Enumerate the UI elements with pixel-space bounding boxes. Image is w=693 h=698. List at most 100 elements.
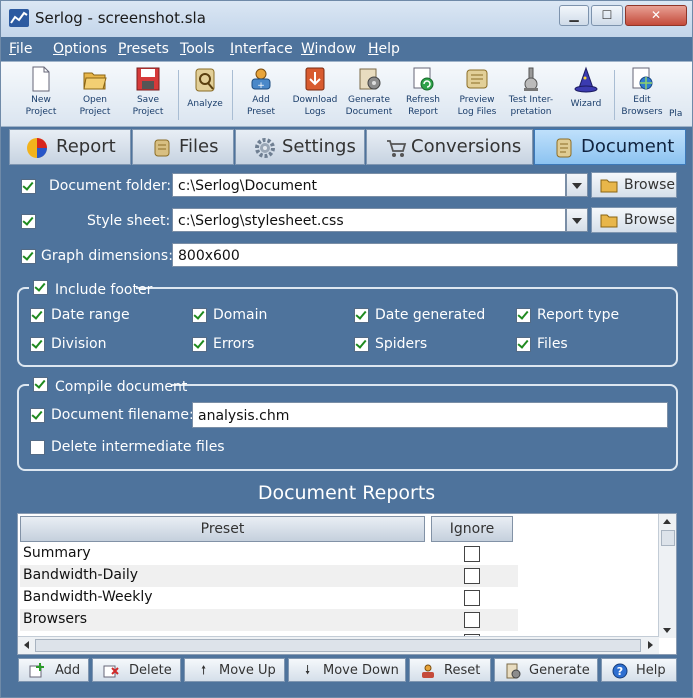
edit-browsers-button[interactable]: Edit Browsers [615,66,669,118]
delete-button[interactable]: Delete [92,658,181,682]
style-sheet-browse-button[interactable]: Browse [591,207,677,233]
table-row[interactable]: Summary [20,543,518,565]
analyze-icon [195,68,215,92]
footer-date-range-checkbox[interactable] [30,308,45,323]
style-sheet-dropdown[interactable] [566,208,588,232]
tab-label: Document [581,136,675,157]
row-ignore-checkbox[interactable] [464,590,480,606]
scroll-left-arrow-icon[interactable] [24,641,29,649]
graph-dimensions-checkbox[interactable] [21,249,36,264]
tab-document[interactable]: Document [534,129,686,165]
move-down-button[interactable]: 🠗 Move Down [288,658,406,682]
footer-files-checkbox[interactable] [516,337,531,352]
tab-settings[interactable]: Settings [235,129,365,165]
move-up-button[interactable]: 🠕 Move Up [184,658,285,682]
generate-button[interactable]: Generate [494,658,598,682]
close-button[interactable]: ✕ [625,5,687,26]
footer-domain-label: Domain [213,307,268,323]
toolbar-label: Preview [459,95,495,105]
tab-files[interactable]: Files [132,129,234,165]
document-filename-input[interactable]: analysis.chm [192,402,668,428]
scroll-right-arrow-icon[interactable] [648,641,653,649]
row-ignore-checkbox[interactable] [464,546,480,562]
menu-options[interactable]: Options [53,41,107,57]
menu-tools[interactable]: Tools [180,41,215,57]
scroll-up-arrow-icon[interactable] [663,519,671,524]
style-sheet-input[interactable]: c:\Serlog\stylesheet.css [172,208,566,232]
add-button[interactable]: Add [18,658,89,682]
preview-log-files-button[interactable]: Preview Log Files [450,66,504,118]
footer-division-checkbox[interactable] [30,337,45,352]
table-row[interactable]: Bandwidth-Weekly [20,587,518,609]
document-scroll-icon [556,138,572,158]
vertical-scrollbar[interactable] [658,514,676,638]
arrow-down-icon: 🠗 [305,663,311,677]
style-sheet-checkbox[interactable] [21,214,36,229]
new-project-button[interactable]: New Project [14,66,68,118]
footer-date-generated-label: Date generated [375,307,486,323]
svg-text:?: ? [617,665,623,678]
document-filename-checkbox[interactable] [30,408,45,423]
document-folder-dropdown[interactable] [566,173,588,197]
shopping-cart-icon [387,140,407,157]
toolbar-overflow-button[interactable]: Pla [669,66,692,120]
graph-dimensions-input[interactable]: 800x600 [172,243,678,267]
table-row[interactable]: Bandwidth-Daily [20,565,518,587]
maximize-button[interactable]: ☐ [591,5,623,26]
table-row[interactable]: Browsers [20,609,518,631]
download-logs-button[interactable]: Download Logs [288,66,342,118]
minimize-button[interactable]: ▁ [559,5,589,26]
tab-conversions[interactable]: Conversions [366,129,533,165]
document-folder-checkbox[interactable] [21,179,36,194]
delete-intermediate-files-checkbox[interactable] [30,440,45,455]
reset-button[interactable]: Reset [409,658,491,682]
footer-spiders-checkbox[interactable] [354,337,369,352]
vertical-scroll-thumb[interactable] [661,530,675,546]
menu-interface[interactable]: Interface [230,41,293,57]
horizontal-scroll-thumb[interactable] [35,639,641,652]
help-button[interactable]: ? Help [601,658,677,682]
toolbar-label: New [31,95,51,105]
footer-date-generated-checkbox[interactable] [354,308,369,323]
row-ignore-checkbox[interactable] [464,568,480,584]
column-header-preset[interactable]: Preset [20,516,425,542]
save-project-button[interactable]: Save Project [121,66,175,118]
toolbar-label: Download [292,95,338,105]
test-interpretation-button[interactable]: Test Inter-pretation [504,66,558,118]
document-folder-browse-button[interactable]: Browse [591,172,677,198]
toolbar-label: Browsers [621,107,663,117]
analyze-button[interactable]: Analyze [178,66,232,110]
include-footer-label: Include footer [55,282,153,298]
help-label: Help [636,663,666,678]
app-logo-icon [9,9,29,27]
horizontal-scrollbar[interactable] [18,636,659,654]
menu-presets[interactable]: Presets [118,41,169,57]
footer-domain-checkbox[interactable] [192,308,207,323]
scroll-down-arrow-icon[interactable] [663,628,671,633]
row-preset: Bandwidth-Weekly [23,589,153,605]
add-row-icon [29,663,44,678]
menu-file[interactable]: File [9,41,32,57]
document-folder-input[interactable]: c:\Serlog\Document [172,173,566,197]
add-preset-button[interactable]: + Add Preset [234,66,288,118]
compile-document-header: Compile document [29,376,187,395]
generate-document-button[interactable]: Generate Document [342,66,396,118]
row-preset: Browsers [23,611,88,627]
toolbar-separator [232,70,233,120]
tab-label: Report [56,136,116,157]
row-ignore-checkbox[interactable] [464,612,480,628]
menu-help[interactable]: Help [368,41,400,57]
toolbar-label: Wizard [570,99,602,109]
footer-errors-checkbox[interactable] [192,337,207,352]
compile-document-checkbox[interactable] [33,377,48,392]
open-project-button[interactable]: Open Project [68,66,122,118]
menu-window[interactable]: Window [301,41,356,57]
generate-label: Generate [529,663,590,678]
row-preset: Bandwidth-Daily [23,567,139,583]
wizard-button[interactable]: Wizard [559,66,613,110]
refresh-report-button[interactable]: Refresh Report [396,66,450,118]
tab-report[interactable]: Report [9,129,131,165]
footer-report-type-checkbox[interactable] [516,308,531,323]
column-header-ignore[interactable]: Ignore [431,516,513,542]
include-footer-checkbox[interactable] [33,280,48,295]
